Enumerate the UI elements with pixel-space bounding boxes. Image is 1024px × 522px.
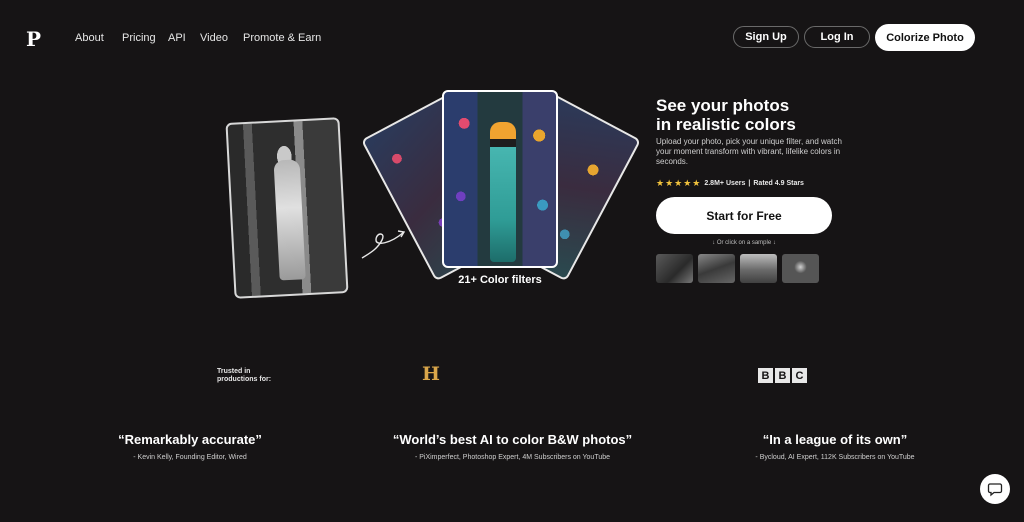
quote-2: “World’s best AI to color B&W photos” (392, 432, 633, 447)
history-channel-logo: H (422, 363, 440, 385)
nav-pricing[interactable]: Pricing (122, 32, 156, 44)
color-photo-figure (490, 122, 516, 262)
chat-button[interactable] (980, 474, 1010, 504)
bw-photo-figure (273, 159, 306, 281)
sample-thumb-3[interactable] (740, 254, 777, 283)
sample-thumb-4[interactable] (782, 254, 819, 283)
bbc-letter-b1: B (758, 368, 773, 383)
swirl-arrow-icon (361, 230, 406, 259)
quote-3: “In a league of its own” (762, 432, 908, 447)
bbc-logo: B B C (758, 368, 807, 383)
nav-api[interactable]: API (168, 32, 186, 44)
star-rating-icon: ★★★★★ (656, 178, 702, 188)
quote-1-source: - Kevin Kelly, Founding Editor, Wired (133, 454, 247, 461)
hero-description: Upload your photo, pick your unique filt… (656, 137, 842, 166)
page: P About Pricing API Video Promote & Earn… (0, 0, 1024, 522)
quote-3-source: - Bycloud, AI Expert, 112K Subscribers o… (755, 454, 915, 461)
start-free-button[interactable]: Start for Free (656, 197, 832, 234)
bbc-letter-c: C (792, 368, 807, 383)
rated-stars: Rated 4.9 Stars (753, 180, 804, 187)
rating-row: ★★★★★ 2.8M+ Users | Rated 4.9 Stars (656, 178, 804, 189)
hero-title: See your photos in realistic colors (656, 96, 856, 134)
nav-about[interactable]: About (75, 32, 104, 44)
nav-video[interactable]: Video (200, 32, 228, 44)
users-count: 2.8M+ Users (704, 180, 746, 187)
sample-hint: ↓ Or click on a sample ↓ (712, 240, 776, 246)
trusted-label: Trusted in productions for: (217, 368, 272, 383)
site-logo[interactable]: P (26, 27, 41, 51)
sample-thumb-1[interactable] (656, 254, 693, 283)
filters-label: 21+ Color filters (458, 274, 542, 286)
quote-1: “Remarkably accurate” (118, 432, 262, 447)
bbc-letter-b2: B (775, 368, 790, 383)
colorize-photo-button[interactable]: Colorize Photo (875, 24, 975, 51)
hero-title-line1: See your photos (656, 96, 790, 115)
hero-title-line2: in realistic colors (656, 115, 796, 134)
nav-promote-earn[interactable]: Promote & Earn (243, 32, 321, 44)
quote-2-source: - PiXimperfect, Photoshop Expert, 4M Sub… (414, 454, 611, 461)
bw-sample-photo (225, 117, 349, 299)
chat-bubble-icon (987, 483, 1003, 497)
login-button[interactable]: Log In (804, 26, 870, 48)
color-filter-card-center (442, 90, 558, 268)
rating-separator: | (748, 180, 751, 187)
signup-button[interactable]: Sign Up (733, 26, 799, 48)
sample-thumb-2[interactable] (698, 254, 735, 283)
